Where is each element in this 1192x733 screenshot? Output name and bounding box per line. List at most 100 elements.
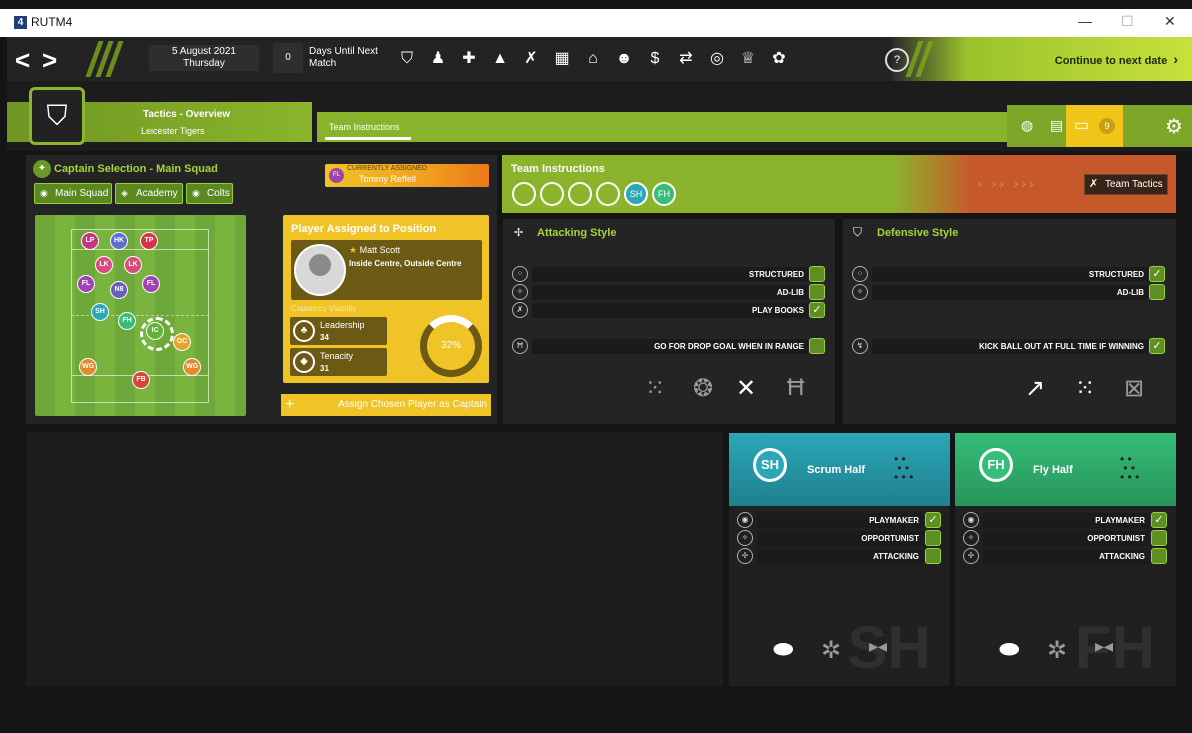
playbook-network-icon: ✕ bbox=[736, 375, 757, 402]
attack-playbooks-checkbox[interactable]: ✓ bbox=[809, 302, 825, 318]
opportunist-icon: ✧ bbox=[963, 530, 979, 546]
player-dot[interactable]: TP bbox=[140, 232, 158, 250]
sh-playmaker-checkbox[interactable]: ✓ bbox=[925, 512, 941, 528]
page-title: Tactics - Overview bbox=[143, 109, 231, 120]
player-dot[interactable]: FL bbox=[77, 275, 95, 293]
position-dots-icon: • • • • • • • bbox=[894, 452, 914, 484]
team-icon[interactable]: ✿ bbox=[769, 49, 789, 69]
scrum-half-panel: SH Scrum Half • • • • • • • SH ◉ PLAYMAKE… bbox=[729, 433, 950, 686]
player-assigned-panel: Player Assigned to Position ★ Matt Scott… bbox=[283, 215, 489, 383]
plus-icon: + bbox=[285, 396, 295, 413]
instruction-captain-icon[interactable] bbox=[512, 182, 536, 206]
attack-adlib-label: AD-LIB bbox=[532, 285, 808, 300]
filter-academy[interactable]: ◈ Academy bbox=[115, 183, 183, 204]
squad-badge-icon[interactable]: ⛉ bbox=[397, 49, 417, 69]
medical-icon[interactable]: ✚ bbox=[459, 49, 479, 69]
kick-icon: ↯ bbox=[852, 338, 868, 354]
sh-opportunist-label: OPPORTUNIST bbox=[757, 531, 923, 546]
team-tactics-label: Team Tactics bbox=[1105, 179, 1163, 190]
formation-pitch: LP HK TP LK LK FL N8 FL SH FH IC OC WG W… bbox=[35, 215, 246, 416]
instruction-scrum-half-icon[interactable]: SH bbox=[624, 182, 648, 206]
filter-main-squad[interactable]: ◉ Main Squad bbox=[34, 183, 112, 204]
minimize-button[interactable]: — bbox=[1078, 13, 1092, 29]
assign-captain-button[interactable]: + Assign Chosen Player as Captain bbox=[281, 394, 491, 416]
finances-icon[interactable]: $ bbox=[645, 49, 665, 69]
window-titlebar: 4 RUTM4 — ☐ ✕ bbox=[0, 9, 1192, 37]
players-icon[interactable]: ♟ bbox=[428, 49, 448, 69]
player-dot[interactable]: HK bbox=[110, 232, 128, 250]
viability-label: Captaincy Viability bbox=[291, 304, 357, 313]
trophy-icon[interactable]: ♕ bbox=[738, 49, 758, 69]
current-captain-box: FL CURRENTLY ASSIGNED Tommy Reffell bbox=[325, 164, 489, 187]
attacking-title: Attacking Style bbox=[537, 227, 617, 239]
goalposts-icon: Ħ bbox=[787, 374, 805, 401]
fh-opportunist-checkbox[interactable] bbox=[1151, 530, 1167, 546]
tab-underline bbox=[325, 137, 411, 140]
continue-button[interactable]: Continue to next date › bbox=[1055, 51, 1178, 67]
ad-lib-icon: ✧ bbox=[512, 284, 528, 300]
forward-arrow-icon[interactable]: > bbox=[42, 45, 57, 76]
attack-icon: ✢ bbox=[514, 227, 524, 239]
defence-structured-checkbox[interactable]: ✓ bbox=[1149, 266, 1165, 282]
page-header: ⇕ ⛉ Tactics - Overview Leicester Tigers … bbox=[7, 81, 1192, 151]
sh-attacking-checkbox[interactable] bbox=[925, 548, 941, 564]
player-dot[interactable]: WG bbox=[183, 358, 201, 376]
globe-icon[interactable]: ◍ bbox=[1021, 117, 1033, 134]
scouting-icon[interactable]: ◎ bbox=[707, 49, 727, 69]
instruction-structure-icon[interactable] bbox=[568, 182, 592, 206]
instruction-attack-icon[interactable] bbox=[540, 182, 564, 206]
settings-gear-icon[interactable]: ⚙ bbox=[1165, 114, 1183, 139]
clipboard-icon[interactable]: ▤ bbox=[1050, 117, 1063, 134]
player-dot[interactable]: WG bbox=[79, 358, 97, 376]
help-icon[interactable]: ? bbox=[885, 48, 909, 72]
player-card[interactable]: ★ Matt Scott Inside Centre, Outside Cent… bbox=[291, 240, 482, 300]
filter-colts[interactable]: ◉ Colts bbox=[186, 183, 233, 204]
instruction-fly-half-icon[interactable]: FH bbox=[652, 182, 676, 206]
instruction-defence-icon[interactable] bbox=[596, 182, 620, 206]
training-cone-icon[interactable]: ▲ bbox=[490, 49, 510, 69]
close-button[interactable]: ✕ bbox=[1164, 13, 1176, 30]
player-dot[interactable]: OC bbox=[173, 333, 191, 351]
player-dot[interactable]: FH bbox=[118, 312, 136, 330]
fh-attacking-label: ATTACKING bbox=[983, 549, 1149, 564]
back-arrow-icon[interactable]: < bbox=[15, 45, 30, 76]
fly-half-badge: FH bbox=[979, 448, 1013, 482]
window-title: RUTM4 bbox=[31, 15, 73, 29]
ad-lib-icon: ✧ bbox=[852, 284, 868, 300]
sh-playmaker-label: PLAYMAKER bbox=[757, 513, 923, 528]
drop-goal-checkbox[interactable] bbox=[809, 338, 825, 354]
decorative-chevrons: › ›› ››› bbox=[977, 175, 1037, 191]
shield-icon: ⛉ bbox=[853, 225, 863, 239]
player-dot[interactable]: IC bbox=[146, 322, 164, 340]
player-dot[interactable]: N8 bbox=[110, 281, 128, 299]
defence-adlib-checkbox[interactable] bbox=[1149, 284, 1165, 300]
player-dot[interactable]: LP bbox=[81, 232, 99, 250]
chevron-right-icon: › bbox=[1173, 51, 1178, 67]
attack-adlib-checkbox[interactable] bbox=[809, 284, 825, 300]
team-instructions-bar: Team Instructions SH FH › ›› ››› ✗ Team … bbox=[502, 155, 1176, 213]
fh-playmaker-checkbox[interactable]: ✓ bbox=[1151, 512, 1167, 528]
team-name: Leicester Tigers bbox=[141, 126, 205, 136]
player-dot[interactable]: LK bbox=[95, 256, 113, 274]
days-label: Days Until Next Match bbox=[309, 46, 378, 69]
player-dot[interactable]: FL bbox=[142, 275, 160, 293]
player-dot[interactable]: SH bbox=[91, 303, 109, 321]
fh-attacking-checkbox[interactable] bbox=[1151, 548, 1167, 564]
maximize-button[interactable]: ☐ bbox=[1121, 13, 1134, 30]
structured-icon: ⁘ bbox=[512, 266, 528, 282]
sh-opportunist-checkbox[interactable] bbox=[925, 530, 941, 546]
team-tactics-button[interactable]: ✗ Team Tactics bbox=[1084, 174, 1168, 195]
converge-arrows-icon: ▸◂ bbox=[1095, 636, 1114, 656]
tab-team-instructions[interactable]: Team Instructions bbox=[329, 122, 400, 132]
calendar-icon[interactable]: ▦ bbox=[552, 49, 572, 69]
transfers-icon[interactable]: ⇄ bbox=[676, 49, 696, 69]
kick-out-checkbox[interactable]: ✓ bbox=[1149, 338, 1165, 354]
staff-icon[interactable]: ☻ bbox=[614, 49, 634, 69]
player-dot[interactable]: FB bbox=[132, 371, 150, 389]
leadership-icon: ♣ bbox=[293, 320, 315, 342]
structured-formation-icon: ⁙ bbox=[1075, 375, 1096, 402]
tactics-icon[interactable]: ✗ bbox=[521, 49, 541, 69]
player-dot[interactable]: LK bbox=[124, 256, 142, 274]
home-icon[interactable]: ⌂ bbox=[583, 49, 603, 69]
attack-structured-checkbox[interactable] bbox=[809, 266, 825, 282]
